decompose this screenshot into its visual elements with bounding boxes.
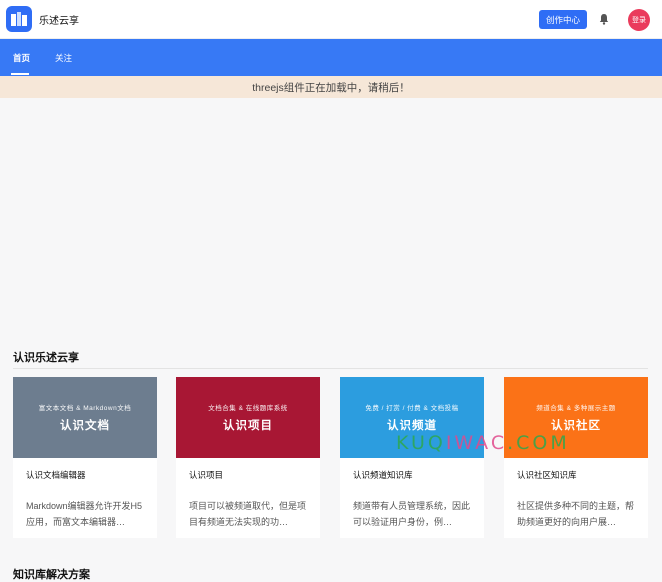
watermark-part: IWAC	[445, 432, 508, 454]
banner-title: 认识文档	[60, 420, 110, 432]
section-title-solutions: 知识库解决方案	[13, 569, 90, 581]
watermark-part: .COM	[507, 432, 570, 454]
card-docs[interactable]: 富文本文档 & Markdown文档 认识文档 认识文档编辑器 Markdown…	[13, 377, 157, 538]
watermark-part: KUQ	[396, 432, 446, 454]
tab-home[interactable]: 首页	[13, 52, 30, 64]
section-title-about: 认识乐述云享	[13, 352, 79, 364]
card-description: 频道带有人员管理系统，因此可以验证用户身份，例…	[353, 501, 471, 527]
banner-title: 认识频道	[387, 420, 437, 432]
card-description: 项目可以被频道取代，但是项目有频道无法实现的功…	[189, 501, 307, 527]
top-header: 乐述云享 创作中心 登录	[0, 0, 662, 39]
watermark: KUQIWAC.COM	[396, 432, 570, 454]
banner-subtitle: 富文本文档 & Markdown文档	[38, 405, 132, 412]
app-logo[interactable]	[6, 6, 32, 32]
card-description: 社区提供多种不同的主题，帮助频道更好的向用户展…	[517, 501, 635, 527]
banner-subtitle: 频道合集 & 多种展示主题	[536, 405, 616, 412]
loading-notice: threejs组件正在加载中，请稍后！	[0, 76, 662, 98]
create-center-button[interactable]: 创作中心	[539, 10, 587, 29]
card-banner: 富文本文档 & Markdown文档 认识文档	[13, 377, 157, 458]
bell-icon[interactable]	[598, 13, 610, 25]
card-title: 认识文档编辑器	[26, 470, 86, 480]
card-title: 认识社区知识库	[517, 470, 577, 480]
card-community[interactable]: 频道合集 & 多种展示主题 认识社区 认识社区知识库 社区提供多种不同的主题，帮…	[504, 377, 648, 538]
login-button[interactable]: 登录	[628, 9, 650, 31]
banner-subtitle: 文档合集 & 在线题库系统	[208, 405, 288, 412]
brand-name: 乐述云享	[39, 16, 79, 27]
banner-subtitle: 免费 / 打赏 / 付费 & 文档投稿	[365, 405, 459, 412]
banner-title: 认识社区	[551, 420, 601, 432]
main-nav: 首页 关注	[0, 39, 662, 76]
active-tab-indicator	[11, 73, 29, 75]
card-channels[interactable]: 免费 / 打赏 / 付费 & 文档投稿 认识频道 认识频道知识库 频道带有人员管…	[340, 377, 484, 538]
card-description: Markdown编辑器允许开发H5应用，而富文本编辑器…	[26, 501, 143, 527]
card-title: 认识频道知识库	[353, 470, 413, 480]
section-divider	[13, 368, 648, 369]
logo-icon	[11, 12, 27, 26]
banner-title: 认识项目	[223, 420, 273, 432]
threejs-canvas-area	[0, 98, 662, 348]
card-banner: 文档合集 & 在线题库系统 认识项目	[176, 377, 320, 458]
card-projects[interactable]: 文档合集 & 在线题库系统 认识项目 认识项目 项目可以被频道取代，但是项目有频…	[176, 377, 320, 538]
card-title: 认识项目	[189, 470, 224, 480]
tab-follow[interactable]: 关注	[55, 52, 72, 64]
